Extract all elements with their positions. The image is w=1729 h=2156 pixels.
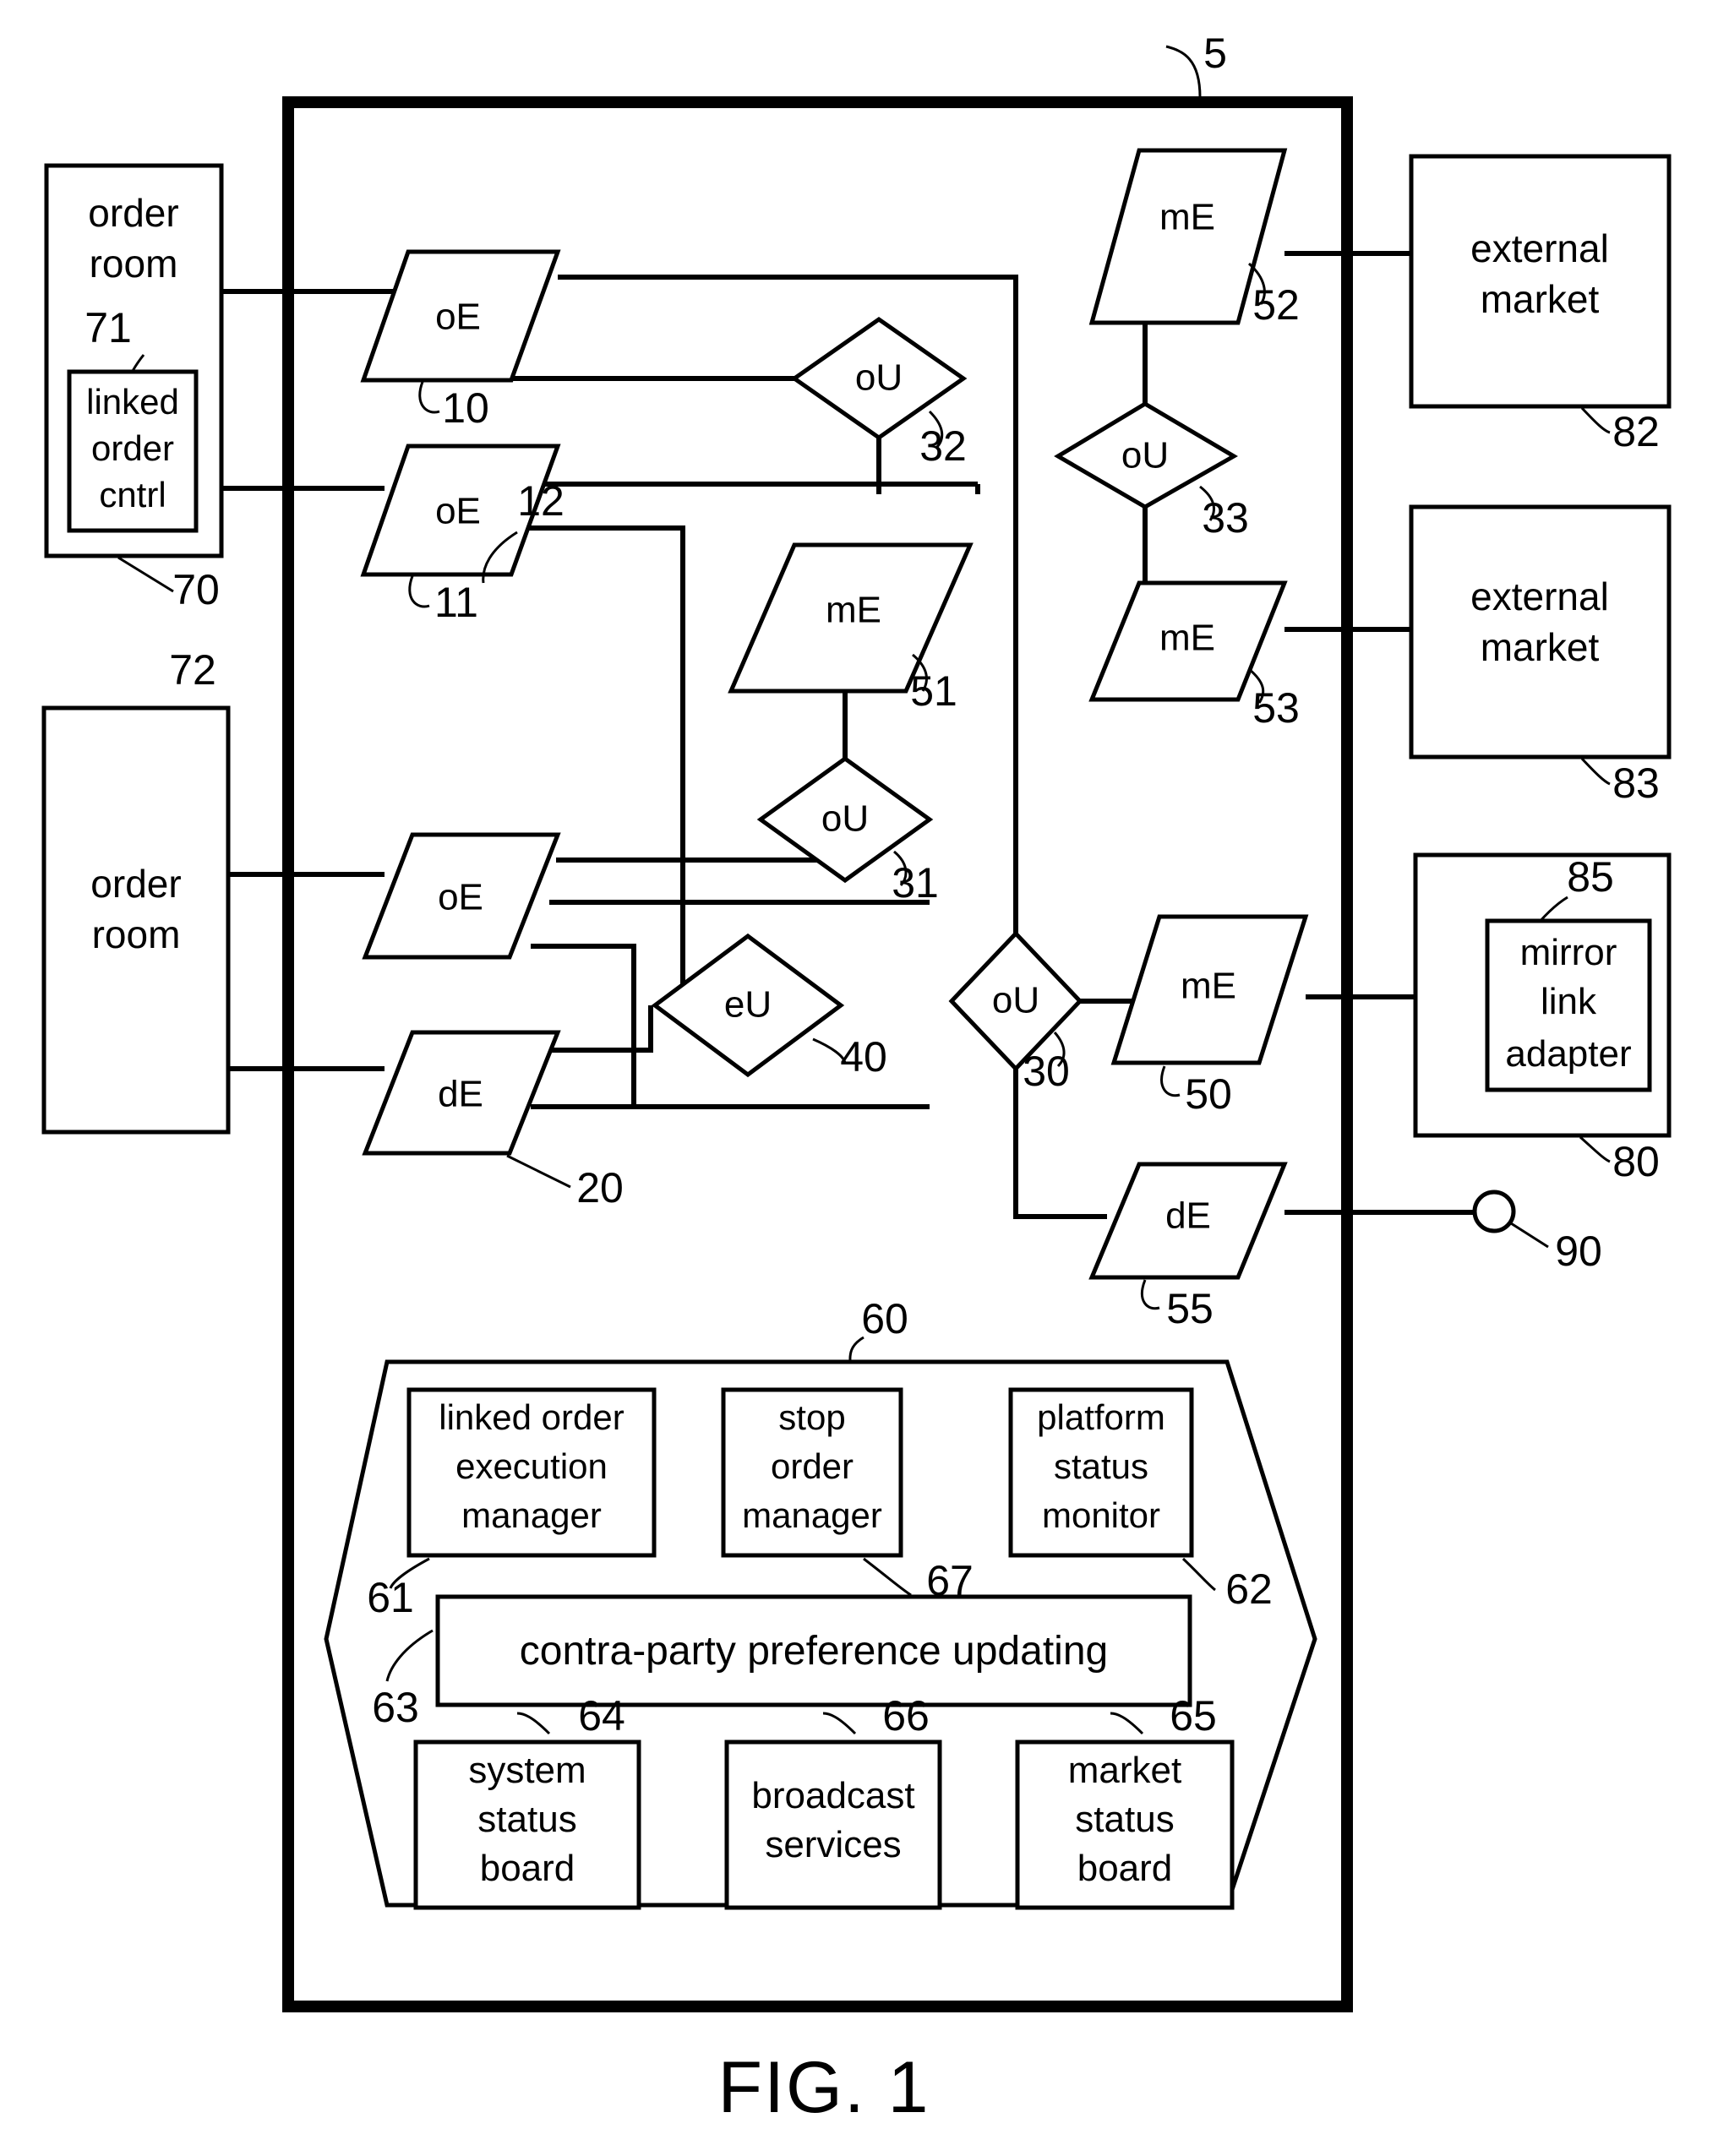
loem-line2: execution [455, 1446, 608, 1486]
ref-number-11: 11 [434, 579, 478, 626]
dE-55-label: dE [1165, 1195, 1211, 1237]
terminal-node-90-circle[interactable] [1472, 1190, 1516, 1233]
cppu-line1: contra-party preference updating [520, 1629, 1108, 1674]
ref-number-32: 32 [919, 422, 967, 470]
leader-82 [1580, 406, 1611, 434]
leader-11 [408, 575, 430, 608]
ref-number-55: 55 [1166, 1285, 1214, 1332]
linked-order-cntrl-line1: linked [86, 382, 179, 422]
psm-line3: monitor [1042, 1495, 1160, 1535]
ssb-line2: status [477, 1799, 576, 1840]
linked-order-cntrl-line3: cntrl [99, 475, 166, 514]
ref-number-66: 66 [882, 1692, 930, 1740]
ref-number-61: 61 [367, 1574, 414, 1621]
ref-number-83: 83 [1612, 760, 1660, 807]
oU-33-label: oU [1121, 435, 1169, 476]
som-line1: stop [778, 1397, 845, 1437]
ref-number-53: 53 [1252, 684, 1300, 732]
leader-5 [1165, 45, 1202, 98]
leader-55 [1140, 1279, 1160, 1310]
ref-number-31: 31 [892, 859, 939, 906]
ref-number-80: 80 [1612, 1138, 1660, 1185]
leader-10 [418, 381, 440, 414]
loem-line3: manager [461, 1495, 602, 1535]
som-line2: order [771, 1446, 854, 1486]
ref-number-50: 50 [1185, 1070, 1232, 1118]
ref-number-5: 5 [1203, 30, 1227, 77]
mE-50-label: mE [1181, 966, 1236, 1007]
ref-number-60: 60 [861, 1295, 908, 1342]
leader-70 [117, 556, 174, 593]
order-room-72-label-line2: room [92, 912, 181, 956]
mirror-link-adapter-line2: link [1541, 981, 1597, 1022]
leader-50 [1160, 1065, 1181, 1097]
order-room-70-label-line1: order [88, 191, 178, 235]
leader-80 [1579, 1135, 1611, 1163]
ref-number-63: 63 [372, 1684, 419, 1731]
som-line3: manager [742, 1495, 882, 1535]
bs-line1: broadcast [751, 1775, 914, 1816]
order-room-72-label-line1: order [90, 862, 181, 906]
mE-52-label: mE [1159, 197, 1215, 238]
ref-number-72: 72 [169, 646, 216, 694]
mE-51-label: mE [826, 590, 881, 631]
msb-line3: board [1077, 1848, 1173, 1889]
ref-number-71: 71 [85, 304, 132, 351]
leader-83 [1580, 757, 1611, 786]
linked-order-cntrl-line2: order [91, 428, 174, 468]
ref-number-33: 33 [1202, 494, 1249, 542]
mirror-link-adapter-line3: adapter [1505, 1033, 1631, 1075]
ref-number-82: 82 [1612, 408, 1660, 455]
bs-line2: services [765, 1824, 901, 1865]
external-market-82-line2: market [1481, 277, 1600, 321]
ref-number-40: 40 [840, 1033, 887, 1081]
oE-10-label: oE [435, 297, 481, 338]
ref-number-65: 65 [1170, 1692, 1217, 1740]
ref-number-52: 52 [1252, 281, 1300, 329]
order-room-70-label-line2: room [90, 242, 178, 286]
psm-line2: status [1054, 1446, 1148, 1486]
leader-90 [1510, 1222, 1549, 1249]
ref-number-30: 30 [1023, 1048, 1070, 1095]
leader-20 [506, 1154, 571, 1189]
oE-11-label: oE [435, 491, 481, 532]
msb-line1: market [1068, 1750, 1181, 1791]
ref-number-51: 51 [910, 667, 957, 715]
ref-number-85: 85 [1567, 853, 1614, 901]
oU-30-label: oU [992, 980, 1039, 1021]
link-oE11-eU40 [507, 525, 685, 1005]
ssb-line1: system [468, 1750, 586, 1791]
ref-number-20: 20 [576, 1164, 624, 1211]
psm-line1: platform [1037, 1397, 1165, 1437]
patent-figure-root: 5 order room 71 linked order cntrl 70 72… [0, 0, 1729, 2156]
mirror-link-adapter-line1: mirror [1520, 932, 1617, 973]
oU-32-label: oU [855, 357, 903, 399]
eU-40-label: eU [724, 984, 772, 1026]
mE-53-label: mE [1159, 618, 1215, 659]
msb-line2: status [1075, 1799, 1174, 1840]
dE-20-label: dE [438, 1074, 483, 1115]
figure-caption: FIG. 1 [718, 2047, 930, 2128]
oU-31-label: oU [821, 798, 869, 840]
ssb-line3: board [480, 1848, 575, 1889]
external-market-83-line2: market [1481, 625, 1600, 669]
oE-12-label: oE [438, 877, 483, 918]
ref-number-12: 12 [517, 477, 565, 525]
ref-number-90: 90 [1555, 1228, 1602, 1275]
external-market-83-line1: external [1470, 574, 1609, 618]
ref-number-10: 10 [442, 384, 489, 432]
loem-line1: linked order [439, 1397, 624, 1437]
figure-canvas: 5 order room 71 linked order cntrl 70 72… [41, 30, 1672, 2128]
external-market-82-line1: external [1470, 226, 1609, 270]
ref-number-70: 70 [172, 566, 220, 613]
ref-number-62: 62 [1225, 1565, 1273, 1613]
ref-number-64: 64 [578, 1692, 625, 1740]
